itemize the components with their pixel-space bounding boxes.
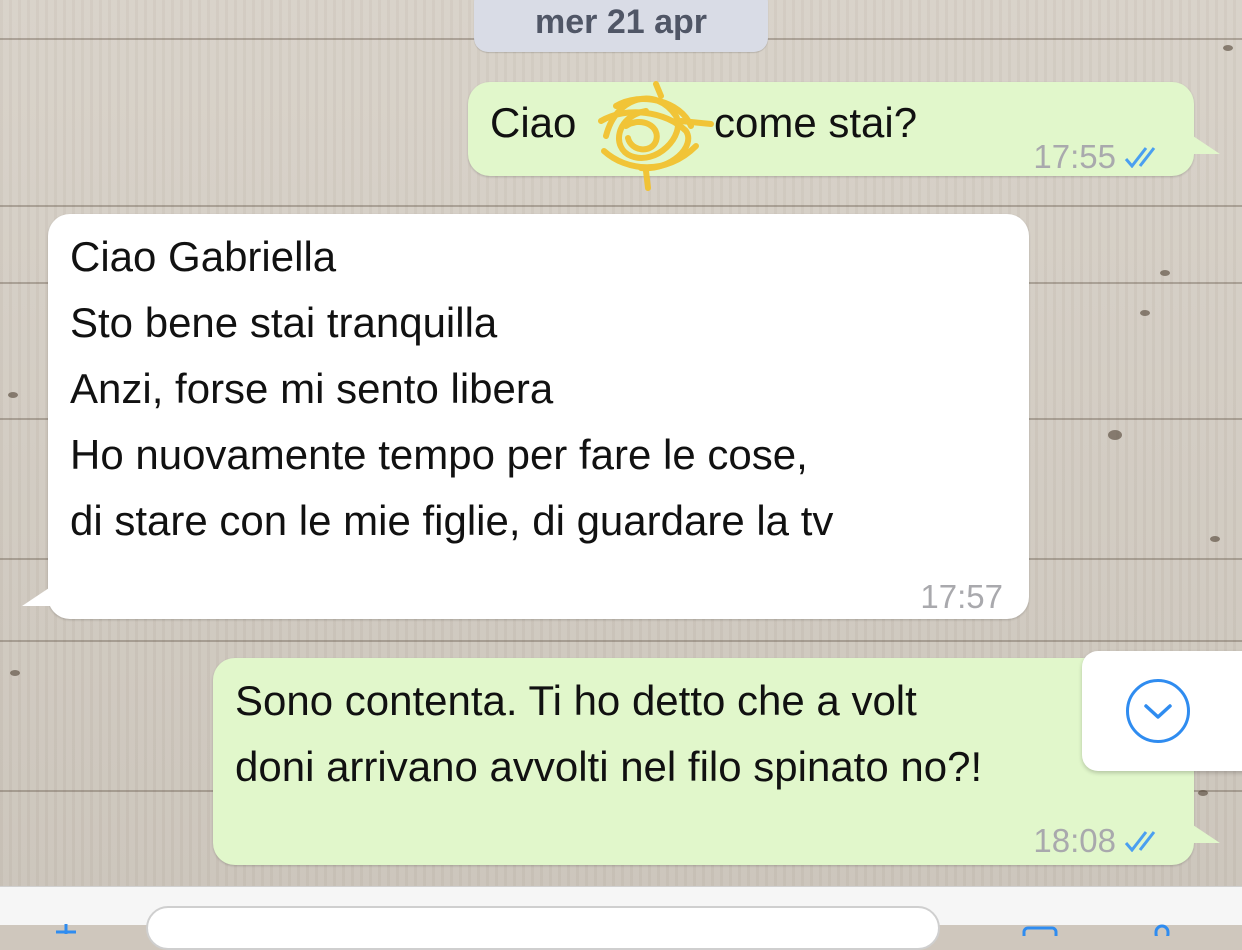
wood-knot [1223, 45, 1233, 51]
wood-knot [1160, 270, 1170, 276]
microphone-icon[interactable] [1150, 910, 1174, 942]
wood-knot [1140, 310, 1150, 316]
date-separator: mer 21 apr [474, 0, 768, 52]
message-text: come stai? [714, 99, 918, 146]
bubble-tail [22, 586, 52, 606]
message-body: Sono contenta. Ti ho detto che a volt do… [235, 668, 982, 800]
scroll-to-bottom-button[interactable] [1082, 651, 1242, 771]
message-meta: 17:57 [920, 564, 1003, 630]
camera-icon[interactable] [1020, 910, 1060, 942]
scribble-redaction [598, 81, 714, 191]
plank-divider [0, 640, 1242, 642]
wood-knot [10, 670, 20, 676]
message-input[interactable] [146, 906, 940, 950]
plus-icon[interactable] [56, 908, 76, 934]
message-meta: 17:55 [1033, 124, 1166, 190]
bubble-tail [1190, 823, 1220, 843]
message-text: di stare con le mie figlie, di guardare … [70, 497, 834, 544]
message-text: Sono contenta. Ti ho detto che a volt [235, 677, 917, 724]
bubble-tail [1190, 134, 1220, 154]
message-time: 18:08 [1033, 822, 1116, 859]
wood-knot [1210, 536, 1220, 542]
double-check-icon [1124, 124, 1166, 190]
message-time: 17:57 [920, 578, 1003, 615]
double-check-icon [1124, 808, 1166, 865]
message-bubble-outgoing[interactable]: Ciao come stai? 17:55 [468, 82, 1194, 176]
message-text: Ho nuovamente tempo per fare le cose, [70, 431, 808, 478]
chevron-down-icon [1126, 679, 1190, 743]
message-text: doni arrivano avvolti nel filo spinato n… [235, 743, 983, 790]
wood-knot [1198, 790, 1208, 796]
plank-divider [0, 205, 1242, 207]
message-text: Ciao Gabriella [70, 233, 337, 280]
message-body: Ciao Gabriella Sto bene stai tranquilla … [70, 224, 833, 554]
message-text: Sto bene stai tranquilla [70, 299, 498, 346]
message-bubble-outgoing[interactable]: Sono contenta. Ti ho detto che a volt do… [213, 658, 1194, 865]
message-time: 17:55 [1033, 138, 1116, 175]
wood-knot [1108, 430, 1122, 440]
message-text: Anzi, forse mi sento libera [70, 365, 554, 412]
wood-knot [8, 392, 18, 398]
message-bubble-incoming[interactable]: Ciao Gabriella Sto bene stai tranquilla … [48, 214, 1029, 619]
message-text: Ciao [490, 99, 577, 146]
date-separator-label: mer 21 apr [535, 3, 707, 41]
message-meta: 18:08 [1033, 808, 1166, 865]
